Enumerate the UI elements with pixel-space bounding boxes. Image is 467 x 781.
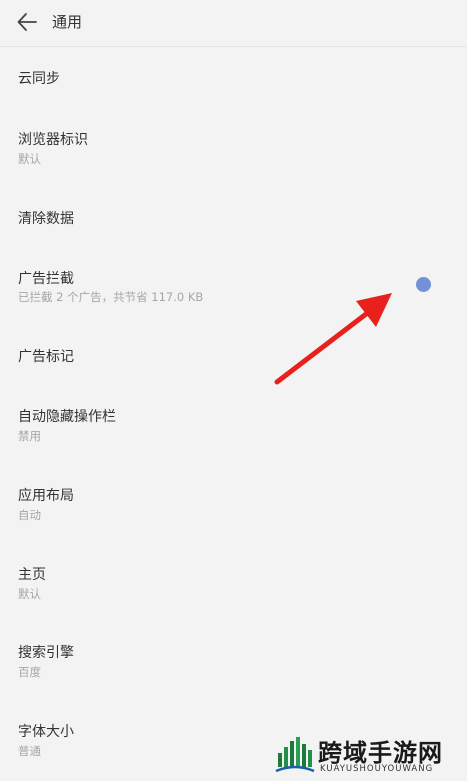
setting-search-engine[interactable]: 搜索引擎 百度 — [0, 623, 467, 702]
page-title: 通用 — [52, 13, 83, 31]
watermark: 跨域手游网 KUAYUSHOUYOUWANG — [272, 733, 462, 777]
setting-label: 广告拦截 — [18, 271, 74, 287]
setting-value: 普通 — [18, 744, 41, 758]
setting-value: 已拦截 2 个广告，共节省 117.0 KB — [18, 290, 204, 304]
setting-value: 默认 — [18, 587, 41, 601]
setting-browser-ua[interactable]: 浏览器标识 默认 — [0, 110, 467, 188]
setting-value: 百度 — [18, 665, 41, 679]
setting-label: 自动隐藏操作栏 — [18, 409, 116, 425]
setting-homepage[interactable]: 主页 默认 — [0, 544, 467, 623]
setting-label: 搜索引擎 — [18, 645, 74, 661]
setting-label: 字体大小 — [18, 724, 74, 740]
setting-label: 主页 — [18, 567, 46, 583]
watermark-subtitle: KUAYUSHOUYOUWANG — [320, 764, 434, 774]
setting-label: 浏览器标识 — [18, 132, 88, 148]
setting-auto-hide-toolbar[interactable]: 自动隐藏操作栏 禁用 — [0, 386, 467, 464]
setting-label: 云同步 — [18, 71, 60, 87]
setting-cloud-sync[interactable]: 云同步 — [0, 48, 467, 110]
setting-label: 应用布局 — [18, 488, 74, 504]
setting-value: 自动 — [18, 508, 41, 522]
touch-indicator-dot — [416, 277, 431, 292]
watermark-name: 跨域手游网 — [318, 738, 443, 767]
setting-app-layout[interactable]: 应用布局 自动 — [0, 464, 467, 544]
setting-label: 清除数据 — [18, 211, 74, 227]
watermark-logo-icon — [275, 737, 315, 773]
annotation-arrow-icon — [274, 293, 392, 385]
setting-clear-data[interactable]: 清除数据 — [0, 188, 467, 248]
setting-value: 禁用 — [18, 429, 41, 443]
setting-label: 广告标记 — [18, 349, 74, 365]
setting-value: 默认 — [18, 152, 41, 166]
back-button[interactable] — [14, 9, 40, 35]
arrow-left-icon — [17, 13, 37, 31]
header-bar: 通用 — [0, 0, 467, 47]
